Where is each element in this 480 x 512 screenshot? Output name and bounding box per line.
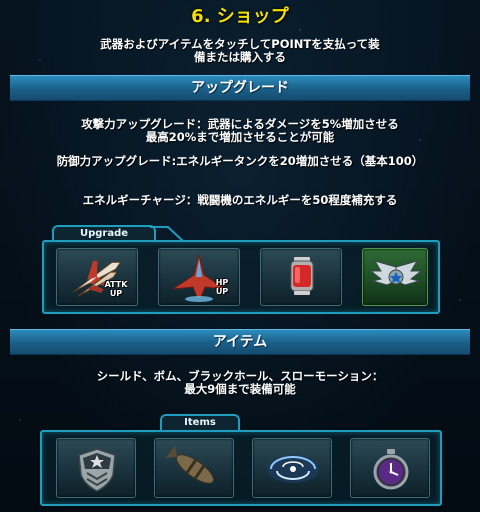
defense-upgrade-desc: 防御力アップグレード:エネルギータンクを20増加させる（基本100）	[56, 154, 424, 168]
page-title: 6. ショップ	[191, 6, 289, 27]
attack-upgrade-label-bottom: UP	[109, 289, 123, 298]
upgrade-slot-hp[interactable]: HP UP	[158, 248, 240, 306]
wing-emblem-icon	[369, 260, 423, 286]
energy-charge-desc: エネルギーチャージ：戦闘機のエネルギーを50程度補充する	[82, 193, 398, 207]
upgrade-slot-panel: ATTK UP HP UP	[42, 240, 440, 314]
hp-upgrade-label-top: HP	[215, 278, 229, 287]
upgrade-slot-energy-charge[interactable]	[260, 248, 342, 306]
item-slot-black-hole[interactable]	[252, 438, 332, 498]
upgrade-slot-emblem[interactable]	[362, 248, 428, 306]
bomb-icon	[165, 445, 215, 484]
item-slot-panel	[40, 430, 442, 506]
hp-upgrade-icon	[172, 254, 226, 302]
upgrade-slot-attack[interactable]: ATTK UP	[56, 248, 138, 306]
shield-icon	[78, 448, 116, 492]
energy-tank-icon	[290, 257, 314, 295]
tab-upgrade[interactable]: Upgrade	[52, 225, 156, 241]
item-slot-slow-motion[interactable]	[350, 438, 430, 498]
intro-text-line-2: 備または購入する	[194, 50, 286, 64]
attack-upgrade-icon	[72, 260, 122, 297]
items-desc-line-2: 最大9個まで装備可能	[184, 382, 296, 396]
tab-items[interactable]: Items	[160, 414, 240, 430]
upgrade-section-banner: アップグレード	[10, 75, 470, 101]
hp-upgrade-label-bottom: UP	[215, 287, 229, 296]
slow-motion-stopwatch-icon	[373, 449, 409, 490]
attack-upgrade-desc-line-2: 最高20%まで増加させることが可能	[145, 130, 335, 144]
item-slot-bomb[interactable]	[154, 438, 234, 498]
black-hole-icon	[267, 455, 319, 483]
attack-upgrade-label-top: ATTK	[104, 280, 128, 289]
items-section-banner: アイテム	[10, 329, 470, 355]
item-slot-shield[interactable]	[56, 438, 136, 498]
